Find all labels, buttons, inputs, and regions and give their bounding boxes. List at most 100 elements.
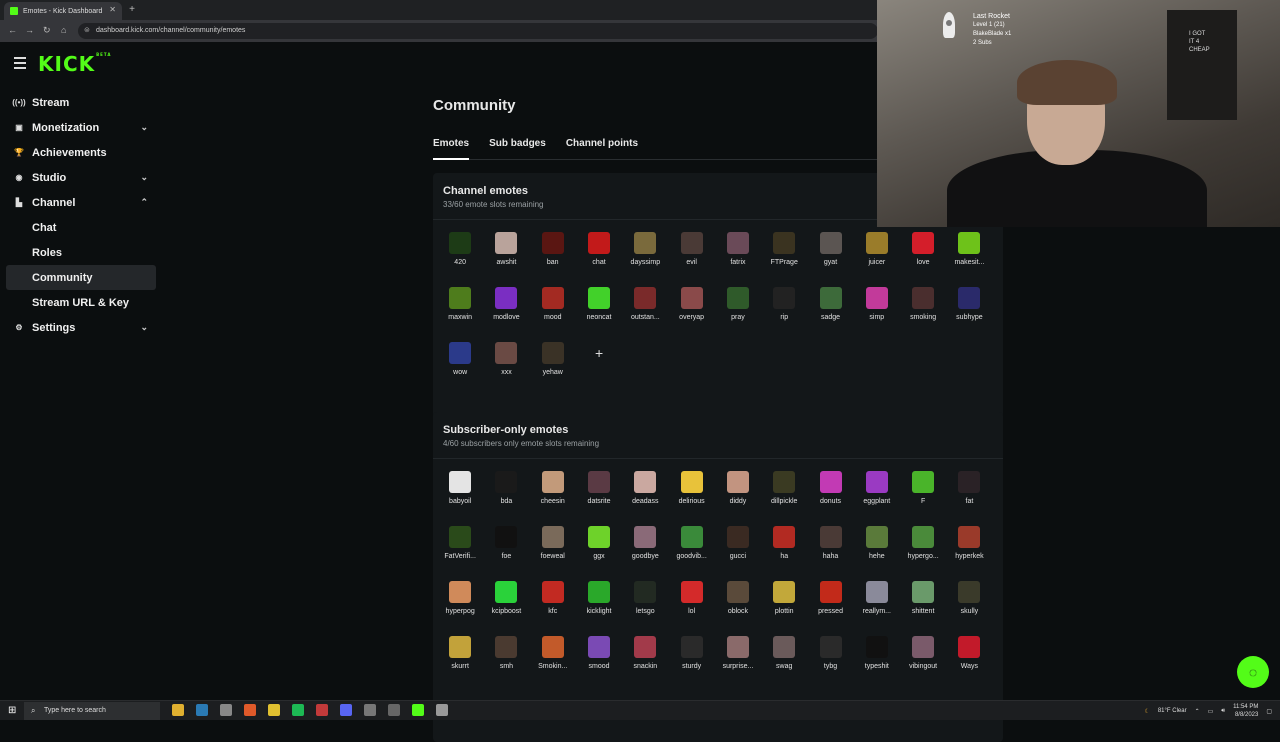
sidebar-item-roles[interactable]: Roles: [6, 240, 156, 265]
chat-support-button[interactable]: ◌: [1237, 656, 1269, 688]
emote-item[interactable]: fatrix: [715, 232, 761, 287]
site-info-icon[interactable]: ⊜: [84, 23, 90, 39]
emote-item[interactable]: gucci: [715, 526, 761, 581]
reload-icon[interactable]: ↻: [43, 25, 51, 36]
emote-item[interactable]: gyat: [807, 232, 853, 287]
kick-logo[interactable]: KICKBETA: [38, 52, 111, 76]
emote-item[interactable]: smh: [483, 636, 529, 691]
emote-item[interactable]: juicer: [854, 232, 900, 287]
tab-channel-points[interactable]: Channel points: [566, 138, 638, 160]
emote-item[interactable]: donuts: [807, 471, 853, 526]
emote-item[interactable]: snackin: [622, 636, 668, 691]
emote-item[interactable]: smoking: [900, 287, 946, 342]
emote-item[interactable]: neoncat: [576, 287, 622, 342]
browser-tab[interactable]: Emotes - Kick Dashboard ✕: [4, 2, 122, 20]
settings-app-icon[interactable]: [220, 704, 232, 716]
emote-item[interactable]: yehaw: [530, 342, 576, 397]
sidebar-item-community[interactable]: Community: [6, 265, 156, 290]
emote-item[interactable]: vibingout: [900, 636, 946, 691]
emote-item[interactable]: smood: [576, 636, 622, 691]
emote-item[interactable]: haha: [807, 526, 853, 581]
emote-item[interactable]: ha: [761, 526, 807, 581]
emote-item[interactable]: sturdy: [668, 636, 714, 691]
discord-icon[interactable]: [340, 704, 352, 716]
weather-text[interactable]: 81°F Clear: [1158, 708, 1187, 714]
emote-item[interactable]: skully: [946, 581, 992, 636]
emote-item[interactable]: hehe: [854, 526, 900, 581]
sidebar-item-stream-url-key[interactable]: Stream URL & Key: [6, 290, 156, 315]
sidebar-item-chat[interactable]: Chat: [6, 215, 156, 240]
emote-item[interactable]: chat: [576, 232, 622, 287]
hamburger-menu-icon[interactable]: [14, 57, 26, 72]
emote-item[interactable]: love: [900, 232, 946, 287]
emote-item[interactable]: kicklight: [576, 581, 622, 636]
emote-item[interactable]: sadge: [807, 287, 853, 342]
notifications-icon[interactable]: ▢: [1266, 708, 1272, 715]
emote-item[interactable]: typeshit: [854, 636, 900, 691]
emote-item[interactable]: kcipboost: [483, 581, 529, 636]
app-icon[interactable]: [364, 704, 376, 716]
emote-item[interactable]: surprise...: [715, 636, 761, 691]
emote-item[interactable]: foeweal: [530, 526, 576, 581]
spotify-icon[interactable]: [292, 704, 304, 716]
app-icon[interactable]: [436, 704, 448, 716]
emote-item[interactable]: hyperpog: [437, 581, 483, 636]
obs-icon[interactable]: [388, 704, 400, 716]
sidebar-item-stream[interactable]: ((•)) Stream: [6, 90, 156, 115]
emote-item[interactable]: Ways: [946, 636, 992, 691]
emote-item[interactable]: ggx: [576, 526, 622, 581]
emote-item[interactable]: eggplant: [854, 471, 900, 526]
emote-item[interactable]: skurrt: [437, 636, 483, 691]
emote-item[interactable]: tybg: [807, 636, 853, 691]
tray-chevron-icon[interactable]: ⌃: [1195, 708, 1200, 715]
emote-item[interactable]: modlove: [483, 287, 529, 342]
emote-item[interactable]: mood: [530, 287, 576, 342]
emote-item[interactable]: letsgo: [622, 581, 668, 636]
emote-item[interactable]: evil: [668, 232, 714, 287]
emote-item[interactable]: cheesin: [530, 471, 576, 526]
home-icon[interactable]: ⌂: [61, 25, 66, 35]
emote-item[interactable]: fat: [946, 471, 992, 526]
volume-icon[interactable]: 🔊︎: [1221, 708, 1225, 715]
emote-item[interactable]: 420: [437, 232, 483, 287]
taskbar-search[interactable]: ⌕ Type here to search: [24, 702, 160, 720]
emote-item[interactable]: wow: [437, 342, 483, 397]
emote-item[interactable]: xxx: [483, 342, 529, 397]
sidebar-item-achievements[interactable]: 🏆 Achievements: [6, 140, 156, 165]
emote-item[interactable]: plottin: [761, 581, 807, 636]
emote-item[interactable]: F: [900, 471, 946, 526]
emote-item[interactable]: swag: [761, 636, 807, 691]
emote-item[interactable]: overyap: [668, 287, 714, 342]
emote-item[interactable]: lol: [668, 581, 714, 636]
file-explorer-icon[interactable]: [172, 704, 184, 716]
emote-item[interactable]: makesit...: [946, 232, 992, 287]
emote-item[interactable]: FatVerifi...: [437, 526, 483, 581]
emote-item[interactable]: oblock: [715, 581, 761, 636]
emote-item[interactable]: awshit: [483, 232, 529, 287]
emote-item[interactable]: simp: [854, 287, 900, 342]
emote-item[interactable]: foe: [483, 526, 529, 581]
windows-start-icon[interactable]: ⊞: [8, 705, 16, 716]
network-icon[interactable]: ▭: [1208, 708, 1214, 715]
emote-item[interactable]: diddy: [715, 471, 761, 526]
emote-item[interactable]: ban: [530, 232, 576, 287]
url-field[interactable]: ⊜ dashboard.kick.com/channel/community/e…: [78, 23, 878, 39]
emote-item[interactable]: bda: [483, 471, 529, 526]
emote-item[interactable]: outstan...: [622, 287, 668, 342]
sidebar-item-monetization[interactable]: ▣ Monetization ⌄: [6, 115, 156, 140]
emote-item[interactable]: pray: [715, 287, 761, 342]
emote-item[interactable]: rip: [761, 287, 807, 342]
emote-item[interactable]: FTPrage: [761, 232, 807, 287]
sidebar-item-studio[interactable]: ◉ Studio ⌄: [6, 165, 156, 190]
new-tab-button[interactable]: +: [126, 4, 138, 16]
emote-item[interactable]: dillpickle: [761, 471, 807, 526]
app-icon[interactable]: [316, 704, 328, 716]
emote-item[interactable]: shittent: [900, 581, 946, 636]
emote-item[interactable]: babyoil: [437, 471, 483, 526]
emote-item[interactable]: delirious: [668, 471, 714, 526]
add-emote-button[interactable]: +: [576, 342, 622, 397]
emote-item[interactable]: deadass: [622, 471, 668, 526]
clock[interactable]: 11:54 PM 8/8/2023: [1233, 703, 1258, 719]
tab-sub-badges[interactable]: Sub badges: [489, 138, 546, 160]
sidebar-item-channel[interactable]: ▙ Channel ⌃: [6, 190, 156, 215]
